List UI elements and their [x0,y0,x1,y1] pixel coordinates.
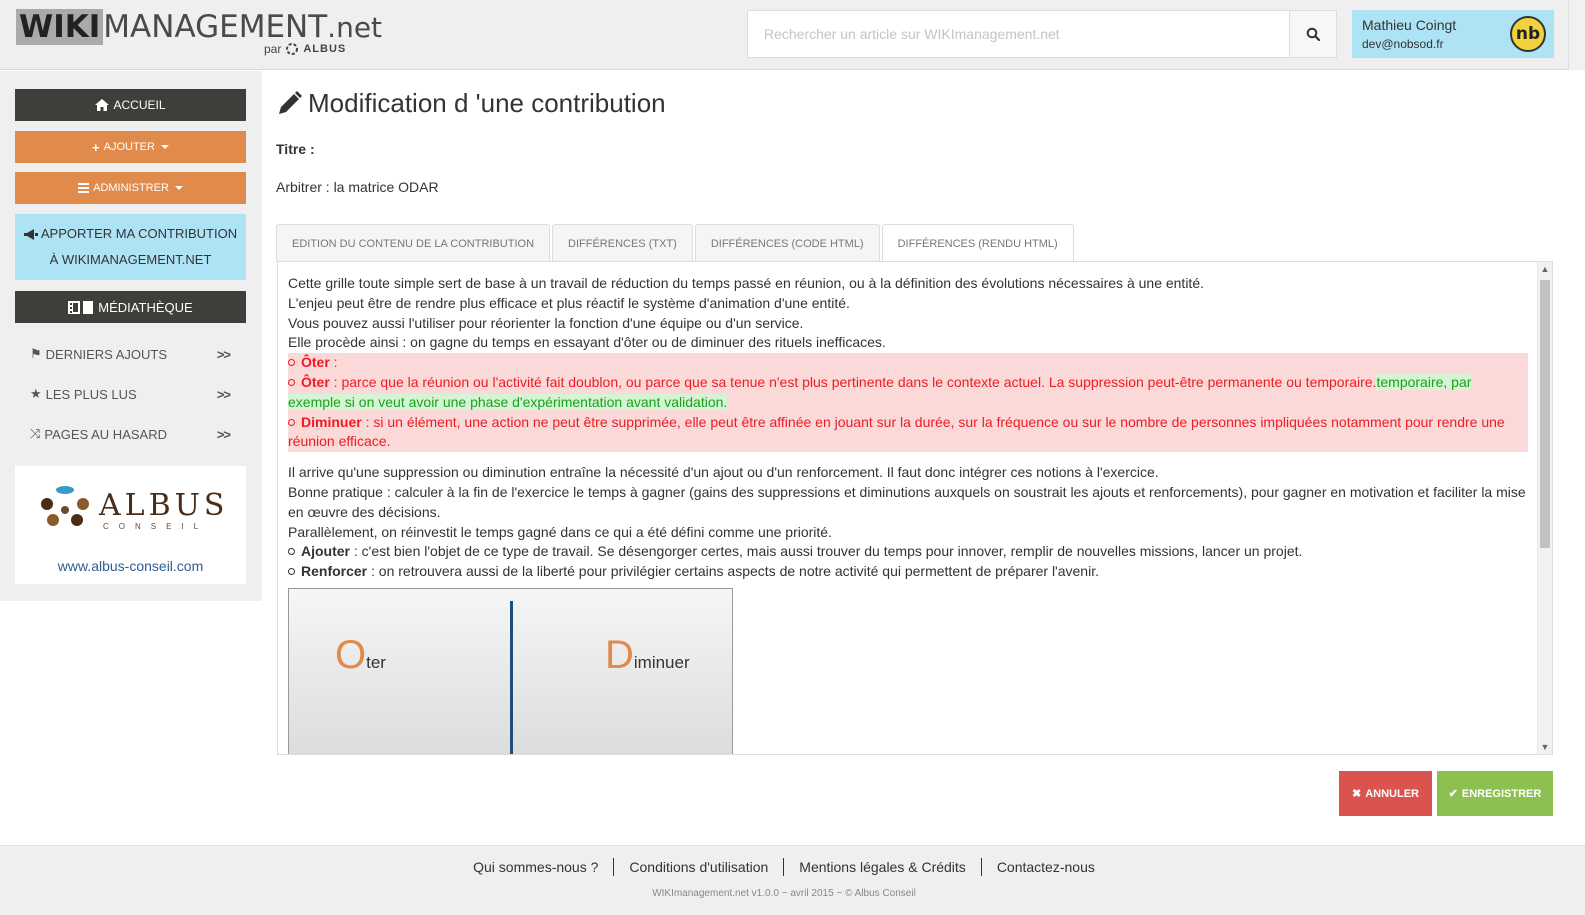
albus-emblem-icon [41,486,89,526]
media-icon [68,300,94,314]
footer-link-mentions[interactable]: Mentions légales & Crédits [784,858,982,876]
scrollbar-thumb[interactable] [1540,280,1550,548]
diff-content: Cette grille toute simple sert de base à… [288,274,1528,582]
search-button[interactable] [1289,11,1336,57]
caret-down-icon [174,186,183,190]
circle-bullet-icon [288,359,295,367]
site-logo[interactable]: WIKIMANAGEMENT.net par ALBUS [16,8,382,62]
paragraph: Cette grille toute simple sert de base à… [288,275,1205,291]
plus-icon: + [92,139,100,155]
list-icon [78,183,90,193]
footer-link-conditions[interactable]: Conditions d'utilisation [614,858,785,876]
caret-down-icon [160,145,169,149]
deleted-block: Ôter : Ôter : parce que la réunion ou l'… [288,353,1528,453]
tab-bar: EDITION DU CONTENU DE LA CONTRIBUTION DI… [276,224,1074,263]
home-icon [95,99,110,111]
matrix-divider [510,601,513,754]
paragraph: Bonne pratique : calculer à la fin de l'… [288,483,1526,520]
footer-link-qui-sommes-nous[interactable]: Qui sommes-nous ? [458,858,615,876]
cancel-button[interactable]: ✖ ANNULER [1339,771,1432,816]
tab-edition[interactable]: EDITION DU CONTENU DE LA CONTRIBUTION [276,224,551,262]
chevron-right-icon: >> [216,346,231,362]
sidebar-item-pages-au-hasard[interactable]: ⤨ PAGES AU HASARD >> [30,426,231,442]
avatar[interactable]: nb [1510,16,1546,52]
odar-matrix-image: Oter Diminuer [288,588,733,754]
circle-bullet-icon [288,548,295,556]
contrib-line-1: APPORTER MA CONTRIBUTION [23,223,237,245]
sidebar-contribution-button[interactable]: APPORTER MA CONTRIBUTION À WIKIMANAGEMEN… [15,214,246,280]
odar-diminuer-label: Diminuer [605,633,690,677]
circle-bullet-icon [288,418,295,426]
title-value: Arbitrer : la matrice ODAR [276,179,439,195]
star-icon: ★ [30,386,42,401]
search-bar [747,10,1337,58]
chevron-right-icon: >> [216,426,231,442]
megaphone-icon [23,228,38,240]
random-icon: ⤨ [30,426,41,441]
list-item: Renforcer : on retrouvera aussi de la li… [288,562,1528,582]
sidebar-ajouter-button[interactable]: + AJOUTER [15,131,246,163]
search-input[interactable] [748,11,1289,57]
user-menu[interactable]: Mathieu Coingt dev@nobsod.fr nb [1352,10,1554,58]
paragraph: Il arrive qu'une suppression ou diminuti… [288,464,1159,481]
pencil-icon [279,90,302,114]
sidebar-item-les-plus-lus[interactable]: ★ LES PLUS LUS >> [30,386,231,402]
close-icon: ✖ [1352,788,1362,800]
sidebar-item-derniers-ajouts[interactable]: ⚑ DERNIERS AJOUTS >> [30,346,231,362]
albus-link[interactable]: www.albus-conseil.com [15,558,246,574]
albus-card: ALBUS CONSEIL www.albus-conseil.com [15,466,246,584]
page-title: Modification d 'une contribution [276,88,666,119]
flag-icon: ⚑ [30,346,42,361]
odar-oter-label: Oter [335,633,386,677]
editor-scrollbar[interactable]: ▲ ▼ [1537,262,1552,754]
save-button[interactable]: ✔ ENREGISTRER [1437,771,1553,816]
circle-bullet-icon [288,378,295,386]
scroll-down-icon[interactable]: ▼ [1538,742,1552,752]
chevron-right-icon: >> [216,386,231,402]
logo-subtitle: par ALBUS [264,42,347,56]
paragraph: L'enjeu peut être de rendre plus efficac… [288,294,850,311]
paragraph: Elle procède ainsi : on gagne du temps e… [288,334,886,351]
deleted-item: Ôter : parce que la réunion ou l'activit… [288,373,1472,410]
paragraph: Vous pouvez aussi l'utiliser pour réorie… [288,314,804,331]
page-scrollbar[interactable] [1568,0,1585,70]
check-icon: ✔ [1448,788,1458,800]
tab-diff-code-html[interactable]: DIFFÉRENCES (CODE HTML) [694,224,880,262]
tab-diff-txt[interactable]: DIFFÉRENCES (TXT) [552,224,693,262]
search-icon [1306,27,1320,41]
diff-render-panel: Cette grille toute simple sert de base à… [277,261,1553,755]
sidebar: ACCUEIL + AJOUTER ADMINISTRER APPORTER M… [0,71,262,601]
scroll-up-icon[interactable]: ▲ [1538,264,1552,274]
sidebar-administrer-button[interactable]: ADMINISTRER [15,172,246,204]
footer-link-contact[interactable]: Contactez-nous [982,858,1110,876]
title-label: Titre : [276,141,315,157]
deleted-item: Diminuer : si un élément, une action ne … [288,413,1505,450]
tab-diff-rendu-html[interactable]: DIFFÉRENCES (RENDU HTML) [881,224,1074,263]
footer-copyright: WIKImanagement.net v1.0.0 ~ avril 2015 ~… [652,888,916,899]
sidebar-mediatheque-button[interactable]: MÉDIATHÈQUE [15,291,246,323]
header: WIKIMANAGEMENT.net par ALBUS Mathieu Coi… [0,0,1585,70]
list-item: Ajouter : c'est bien l'objet de ce type … [288,542,1528,562]
circle-bullet-icon [288,568,295,576]
footer-links: Qui sommes-nous ? Conditions d'utilisati… [0,858,1568,876]
albus-mini-icon [286,43,299,55]
sidebar-accueil-button[interactable]: ACCUEIL [15,89,246,121]
paragraph: Parallèlement, on réinvestit le temps ga… [288,523,832,540]
deleted-item: Ôter : [288,353,1528,373]
footer: Qui sommes-nous ? Conditions d'utilisati… [0,845,1585,915]
